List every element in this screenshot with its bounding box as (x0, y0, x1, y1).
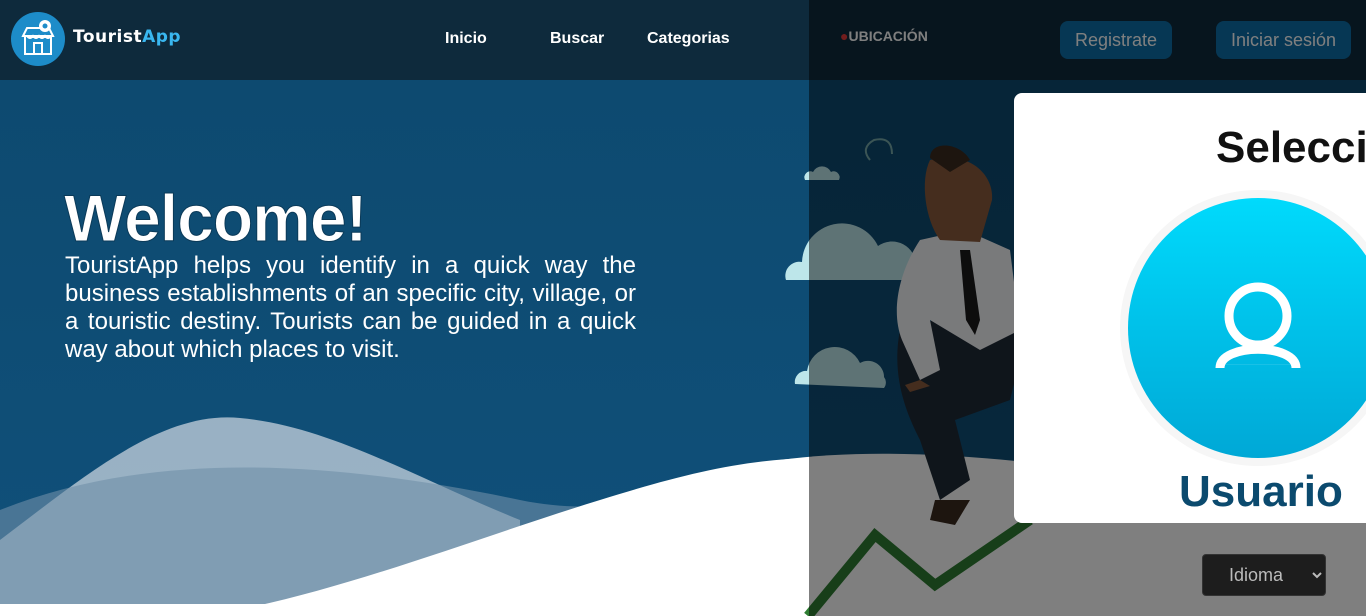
location-selector[interactable]: ●UBICACIÓN (840, 28, 928, 44)
nav-categorias-link[interactable]: Categorias (647, 30, 730, 48)
brand-name-part1: Tourist (73, 27, 143, 47)
modal-title: Seleccio (1216, 123, 1366, 172)
hero-description: TouristApp helps you identify in a quick… (65, 252, 636, 363)
user-icon (1215, 282, 1301, 370)
brand-name[interactable]: TouristApp (73, 27, 181, 47)
register-button[interactable]: Registrate (1060, 21, 1173, 59)
user-role-option[interactable] (1128, 198, 1366, 458)
nav-buscar-link[interactable]: Buscar (550, 30, 604, 48)
top-navigation-bar: TouristApp Inicio Buscar Categorias ●UBI… (0, 0, 1366, 80)
tourist-app-logo[interactable] (11, 12, 65, 66)
select-role-modal: Seleccio Usuario (1014, 93, 1366, 523)
brand-name-part2: App (142, 27, 182, 47)
language-select[interactable]: Idioma (1202, 554, 1326, 596)
user-role-label[interactable]: Usuario (1179, 467, 1343, 517)
welcome-title: Welcome! (64, 181, 369, 256)
location-label: UBICACIÓN (848, 28, 928, 44)
login-button[interactable]: Iniciar sesión (1216, 21, 1352, 59)
store-icon (12, 13, 64, 65)
nav-inicio-link[interactable]: Inicio (445, 30, 487, 48)
